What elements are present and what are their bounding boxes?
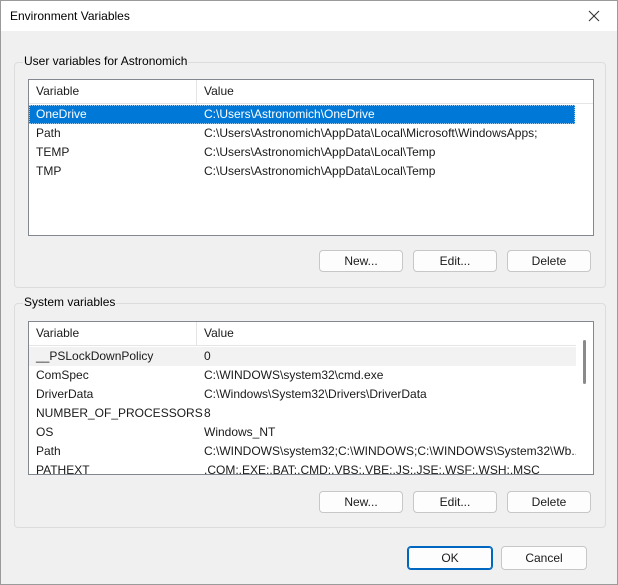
- column-header-variable[interactable]: Variable: [29, 80, 197, 103]
- system-edit-button[interactable]: Edit...: [413, 491, 497, 513]
- system-delete-button[interactable]: Delete: [507, 491, 591, 513]
- variable-name: TMP: [36, 164, 62, 178]
- system-variable-row[interactable]: NUMBER_OF_PROCESSORS 8: [29, 404, 576, 423]
- user-variables-list[interactable]: Variable Value OneDrive C:\Users\Astrono…: [28, 79, 594, 236]
- system-variables-list[interactable]: Variable Value __PSLockDownPolicy 0 ComS…: [28, 321, 594, 475]
- user-variables-group: User variables for Astronomich Variable …: [14, 54, 606, 288]
- variable-value: C:\Users\Astronomich\AppData\Local\Temp: [204, 164, 436, 178]
- column-header-variable[interactable]: Variable: [29, 322, 197, 345]
- column-header-value[interactable]: Value: [197, 80, 234, 103]
- scrollbar-thumb[interactable]: [583, 340, 586, 384]
- variable-value: 8: [204, 406, 211, 420]
- system-variable-row[interactable]: Path C:\WINDOWS\system32;C:\WINDOWS;C:\W…: [29, 442, 581, 461]
- system-variable-row[interactable]: __PSLockDownPolicy 0: [29, 347, 576, 366]
- variable-name: TEMP: [36, 145, 70, 159]
- variable-value: C:\Users\Astronomich\OneDrive: [204, 107, 375, 121]
- system-variable-row[interactable]: DriverData C:\Windows\System32\Drivers\D…: [29, 385, 576, 404]
- variable-value: 0: [204, 349, 211, 363]
- variable-name: Path: [36, 126, 61, 140]
- close-icon: [588, 10, 600, 22]
- user-variables-group-title: User variables for Astronomich: [23, 54, 189, 68]
- variable-name: OneDrive: [36, 107, 87, 121]
- variable-value: C:\WINDOWS\system32;C:\WINDOWS;C:\WINDOW…: [204, 444, 582, 458]
- system-variables-group: System variables Variable Value __PSLock…: [14, 295, 606, 528]
- system-variable-row[interactable]: OS Windows_NT: [29, 423, 576, 442]
- system-variable-row[interactable]: ComSpec C:\WINDOWS\system32\cmd.exe: [29, 366, 576, 385]
- variable-name: DriverData: [36, 387, 94, 401]
- user-variable-row[interactable]: OneDrive C:\Users\Astronomich\OneDrive: [29, 105, 575, 124]
- window-title: Environment Variables: [10, 9, 130, 23]
- title-bar[interactable]: Environment Variables: [1, 1, 617, 31]
- system-list-header: Variable Value: [29, 322, 593, 346]
- user-new-button[interactable]: New...: [319, 250, 403, 272]
- variable-name: NUMBER_OF_PROCESSORS: [36, 406, 203, 420]
- environment-variables-dialog: Environment Variables User variables for…: [0, 0, 618, 585]
- ok-button[interactable]: OK: [407, 546, 493, 570]
- variable-name: PATHEXT: [36, 463, 90, 475]
- variable-value: C:\Users\Astronomich\AppData\Local\Micro…: [204, 126, 538, 140]
- user-list-header: Variable Value: [29, 80, 593, 104]
- vertical-scrollbar[interactable]: [576, 322, 593, 474]
- system-variables-group-title: System variables: [23, 295, 117, 309]
- variable-name: Path: [36, 444, 61, 458]
- variable-value: Windows_NT: [204, 425, 276, 439]
- variable-value: .COM;.EXE;.BAT;.CMD;.VBS;.VBE;.JS;.JSE;.…: [204, 463, 540, 475]
- variable-value: C:\Users\Astronomich\AppData\Local\Temp: [204, 145, 436, 159]
- user-edit-button[interactable]: Edit...: [413, 250, 497, 272]
- close-button[interactable]: [571, 1, 617, 31]
- variable-value: C:\WINDOWS\system32\cmd.exe: [204, 368, 384, 382]
- user-variable-row[interactable]: Path C:\Users\Astronomich\AppData\Local\…: [29, 124, 575, 143]
- system-new-button[interactable]: New...: [319, 491, 403, 513]
- user-variable-row[interactable]: TEMP C:\Users\Astronomich\AppData\Local\…: [29, 143, 575, 162]
- variable-name: __PSLockDownPolicy: [36, 349, 154, 363]
- variable-name: OS: [36, 425, 54, 439]
- system-variable-row[interactable]: PATHEXT .COM;.EXE;.BAT;.CMD;.VBS;.VBE;.J…: [29, 461, 576, 475]
- column-header-value[interactable]: Value: [197, 322, 234, 345]
- variable-name: ComSpec: [36, 368, 89, 382]
- user-delete-button[interactable]: Delete: [507, 250, 591, 272]
- user-variable-row[interactable]: TMP C:\Users\Astronomich\AppData\Local\T…: [29, 162, 575, 181]
- variable-value: C:\Windows\System32\Drivers\DriverData: [204, 387, 427, 401]
- cancel-button[interactable]: Cancel: [501, 546, 587, 570]
